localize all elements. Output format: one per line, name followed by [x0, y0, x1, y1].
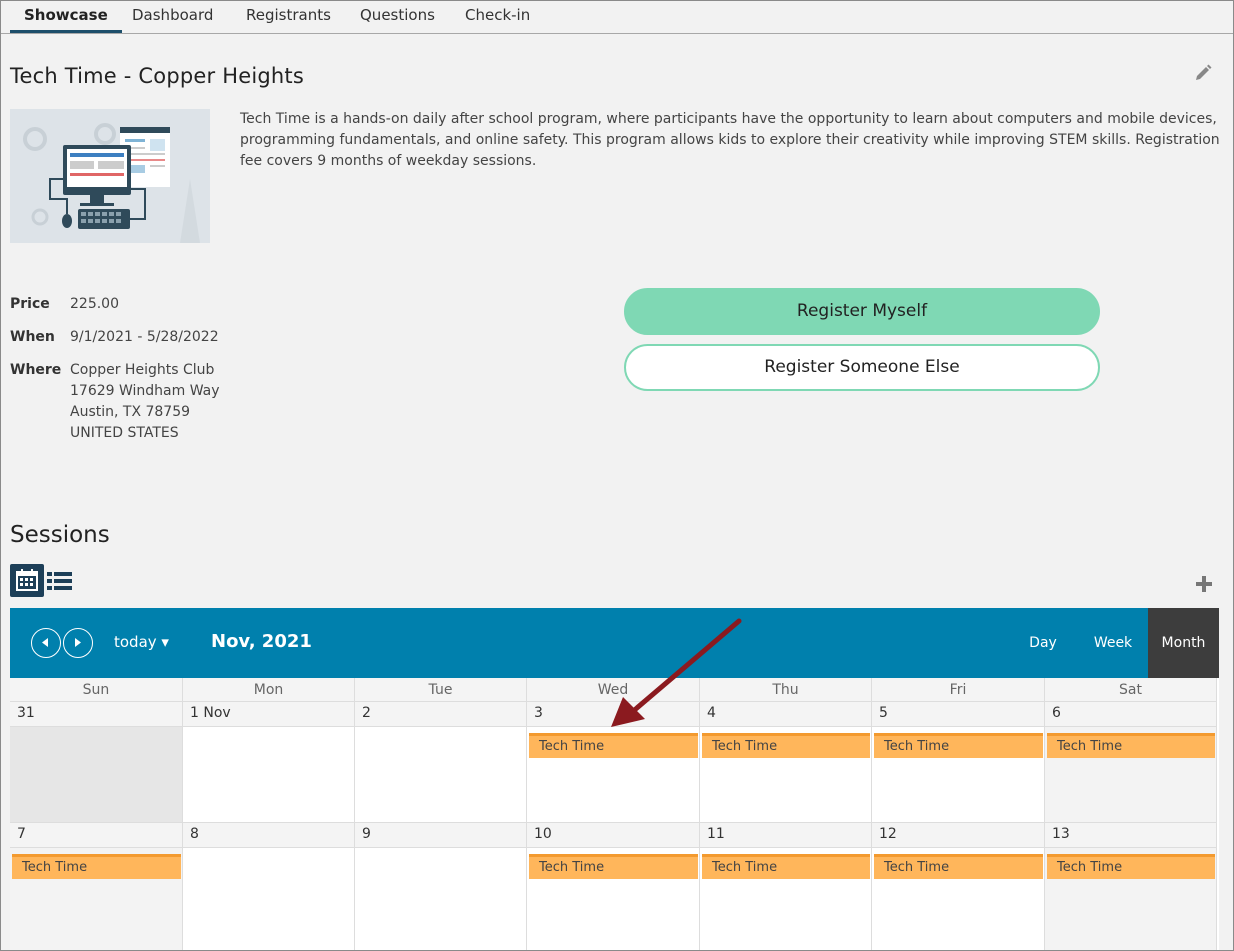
- day-cell-date[interactable]: 3: [527, 702, 700, 727]
- when-label: When: [10, 329, 55, 345]
- where-label: Where: [10, 362, 62, 378]
- calendar-grid: Sun Mon Tue Wed Thu Fri Sat 31 1 Nov 2 3…: [10, 678, 1219, 950]
- prev-month-button[interactable]: [31, 628, 61, 658]
- tab-questions[interactable]: Questions: [360, 1, 435, 33]
- week-view-button[interactable]: Week: [1084, 608, 1142, 678]
- session-event[interactable]: Tech Time: [12, 854, 181, 879]
- day-cell-date[interactable]: 9: [355, 823, 527, 848]
- caret-right-icon: [75, 638, 81, 647]
- add-session-icon[interactable]: [1195, 575, 1213, 593]
- day-cell-date[interactable]: 5: [872, 702, 1045, 727]
- caret-left-icon: [42, 638, 48, 647]
- day-cell-date[interactable]: 13: [1045, 823, 1217, 848]
- session-event[interactable]: Tech Time: [1047, 733, 1215, 758]
- list-view-icon[interactable]: [47, 571, 73, 591]
- page-title: Tech Time - Copper Heights: [10, 64, 304, 88]
- where-line-3: Austin, TX 78759: [70, 404, 191, 420]
- day-cell-date[interactable]: 4: [700, 702, 872, 727]
- day-cell[interactable]: [183, 848, 355, 950]
- day-cell-date[interactable]: 12: [872, 823, 1045, 848]
- tab-showcase[interactable]: Showcase: [10, 1, 122, 33]
- day-cell-date[interactable]: 8: [183, 823, 355, 848]
- day-cell-date[interactable]: 6: [1045, 702, 1217, 727]
- day-cell[interactable]: [355, 727, 527, 823]
- sessions-heading: Sessions: [10, 522, 110, 548]
- day-cell-date[interactable]: 7: [10, 823, 183, 848]
- app-frame: Showcase Dashboard Registrants Questions…: [0, 0, 1234, 951]
- where-line-2: 17629 Windham Way: [70, 383, 220, 399]
- session-event[interactable]: Tech Time: [529, 733, 698, 758]
- day-cell-date[interactable]: 1 Nov: [183, 702, 355, 727]
- weekday-header: Tue: [355, 678, 527, 702]
- day-cell[interactable]: [10, 727, 183, 823]
- weekday-header: Sun: [10, 678, 183, 702]
- price-value: 225.00: [70, 296, 119, 312]
- where-line-4: UNITED STATES: [70, 425, 179, 441]
- day-cell[interactable]: [355, 848, 527, 950]
- register-someone-else-button[interactable]: Register Someone Else: [624, 344, 1100, 391]
- day-cell-date[interactable]: 11: [700, 823, 872, 848]
- session-event[interactable]: Tech Time: [702, 733, 870, 758]
- program-description: Tech Time is a hands-on daily after scho…: [240, 111, 1220, 169]
- tab-dashboard[interactable]: Dashboard: [132, 1, 213, 33]
- calendar-icon: [16, 569, 38, 591]
- session-event[interactable]: Tech Time: [874, 733, 1043, 758]
- weekday-header: Thu: [700, 678, 872, 702]
- calendar-toolbar: today ▾ Nov, 2021 Day Week Month: [10, 608, 1219, 678]
- month-title: Nov, 2021: [211, 631, 312, 652]
- calendar-view-button[interactable]: [10, 564, 44, 597]
- pencil-icon[interactable]: [1193, 63, 1213, 83]
- weekday-header: Wed: [527, 678, 700, 702]
- day-cell-date[interactable]: 10: [527, 823, 700, 848]
- session-event[interactable]: Tech Time: [702, 854, 870, 879]
- weekday-header: Sat: [1045, 678, 1217, 702]
- weekday-header: Fri: [872, 678, 1045, 702]
- price-label: Price: [10, 296, 50, 312]
- next-month-button[interactable]: [63, 628, 93, 658]
- day-cell-date[interactable]: 31: [10, 702, 183, 727]
- session-event[interactable]: Tech Time: [1047, 854, 1215, 879]
- session-event[interactable]: Tech Time: [874, 854, 1043, 879]
- weekday-header: Mon: [183, 678, 355, 702]
- where-line-1: Copper Heights Club: [70, 362, 215, 378]
- day-view-button[interactable]: Day: [1016, 608, 1070, 678]
- session-event[interactable]: Tech Time: [529, 854, 698, 879]
- tab-bar: Showcase Dashboard Registrants Questions…: [1, 1, 1233, 34]
- day-cell-date[interactable]: 2: [355, 702, 527, 727]
- when-value: 9/1/2021 - 5/28/2022: [70, 329, 219, 345]
- tab-check-in[interactable]: Check-in: [465, 1, 530, 33]
- program-image: [10, 109, 210, 243]
- tab-registrants[interactable]: Registrants: [246, 1, 331, 33]
- register-myself-button[interactable]: Register Myself: [624, 288, 1100, 335]
- day-cell[interactable]: [183, 727, 355, 823]
- today-dropdown[interactable]: today ▾: [114, 633, 169, 651]
- month-view-button[interactable]: Month: [1148, 608, 1219, 678]
